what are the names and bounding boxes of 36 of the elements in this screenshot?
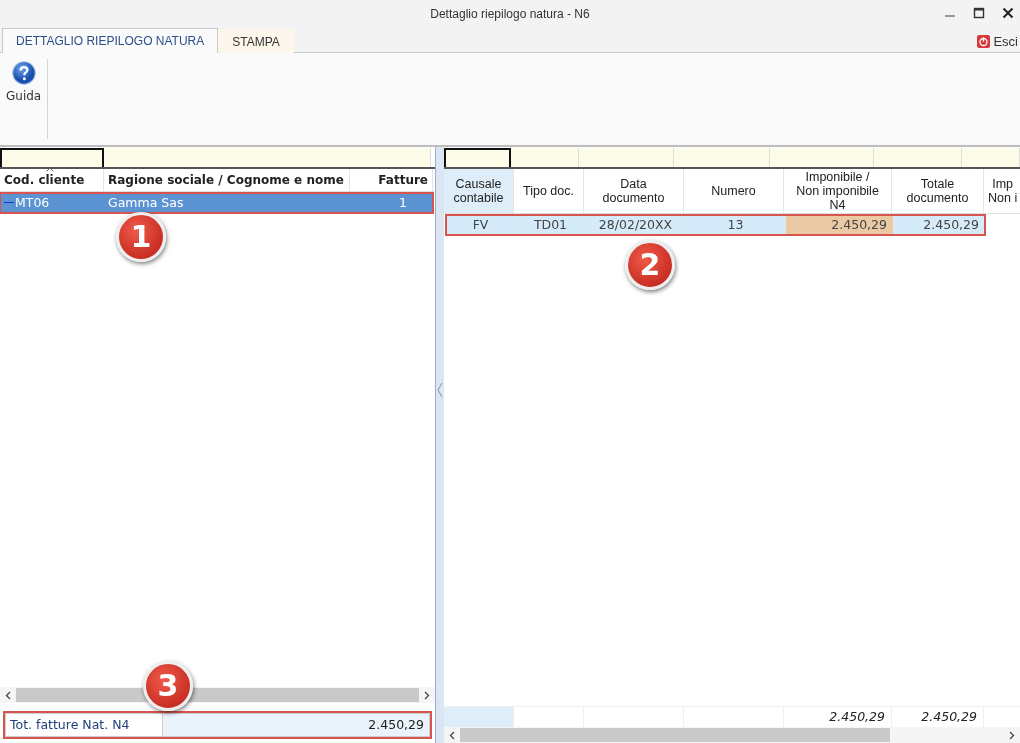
table-cell: 28/02/20XX: [586, 215, 686, 235]
table-cell: 2.450,29: [894, 215, 986, 235]
column-header[interactable]: Totale documento: [892, 169, 984, 213]
table-cell: FV: [446, 215, 516, 235]
maximize-icon[interactable]: [973, 7, 985, 19]
horizontal-scrollbar[interactable]: [444, 727, 1020, 743]
column-header[interactable]: Numero: [684, 169, 784, 213]
column-header[interactable]: Ragione sociale / Cognome e nome: [104, 169, 350, 191]
column-header[interactable]: Imponibile / Non imponibile N4: [784, 169, 892, 213]
scroll-left-icon[interactable]: [5, 690, 11, 700]
column-header[interactable]: Fatture: [350, 169, 433, 191]
column-header[interactable]: Imp Non i: [984, 169, 1020, 213]
sort-caret-icon: [46, 167, 54, 172]
tree-line-icon: [4, 202, 14, 204]
power-icon: [977, 34, 991, 48]
table-cell-text: Gamma Sas: [107, 194, 185, 212]
column-header[interactable]: Data documento: [584, 169, 684, 213]
column-header[interactable]: Causale contabile: [444, 169, 514, 213]
scroll-right-icon[interactable]: [424, 690, 430, 700]
table-cell: MT06: [0, 193, 104, 213]
ribbon-tab[interactable]: DETTAGLIO RIEPILOGO NATURA: [2, 28, 219, 53]
close-icon[interactable]: [1002, 7, 1014, 19]
filter-field[interactable]: [444, 148, 512, 167]
total-value: 2.450,29: [163, 714, 429, 736]
column-header[interactable]: Tipo doc.: [514, 169, 584, 213]
window-title: Dettaglio riepilogo natura - N6: [430, 7, 590, 21]
ribbon-tab[interactable]: STAMPA: [218, 29, 294, 53]
filter-field[interactable]: [0, 148, 104, 167]
exit-button[interactable]: Esci: [977, 30, 1020, 52]
scroll-right-icon[interactable]: [1009, 730, 1015, 740]
table-cell-text: 1: [398, 194, 408, 212]
column-header[interactable]: Cod. cliente: [0, 169, 104, 191]
table-cell: 2.450,29: [786, 215, 894, 235]
table-cell: TD01: [516, 215, 586, 235]
scroll-left-icon[interactable]: [449, 730, 455, 740]
help-button[interactable]: Guida: [0, 53, 48, 103]
